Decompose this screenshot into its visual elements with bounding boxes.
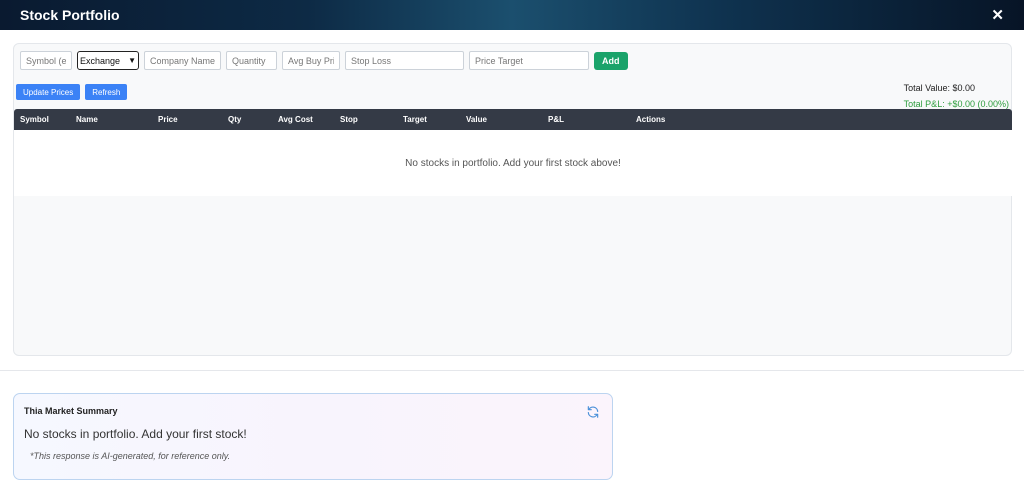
market-summary-card: Thia Market Summary No stocks in portfol… [13,393,613,480]
column-header-name: Name [76,115,98,124]
column-header-qty: Qty [228,115,242,124]
column-header-avg-cost: Avg Cost [278,115,313,124]
page-title: Stock Portfolio [20,7,120,23]
total-value: Total Value: $0.00 [903,83,976,93]
add-stock-form: Exchange ▼ Add [14,44,1011,77]
market-summary-message: No stocks in portfolio. Add your first s… [24,427,247,441]
column-header-actions: Actions [636,115,666,124]
table-header: Symbol Name Price Qty Avg Cost Stop Targ… [14,109,1012,130]
portfolio-panel: Exchange ▼ Add [13,43,1012,356]
avg-buy-price-input[interactable] [282,51,340,70]
update-prices-button[interactable]: Update Prices [16,84,81,100]
column-header-stop: Stop [340,115,358,124]
price-target-input[interactable] [469,51,589,70]
stop-loss-input[interactable] [345,51,464,70]
column-header-value: Value [466,115,487,124]
quantity-input[interactable] [226,51,277,70]
app-header: Stock Portfolio ✕ [0,0,1024,30]
column-header-price: Price [158,115,178,124]
column-header-symbol: Symbol [20,115,49,124]
empty-table-message: No stocks in portfolio. Add your first s… [405,157,621,169]
column-header-pnl: P&L [548,115,564,124]
exchange-select[interactable]: Exchange ▼ [77,51,139,70]
market-summary-title: Thia Market Summary [24,406,118,416]
chevron-down-icon: ▼ [128,56,136,65]
add-button[interactable]: Add [594,51,628,70]
company-name-input[interactable] [144,51,221,70]
toolbar: Update Prices Refresh [16,84,128,100]
section-divider [0,370,1024,371]
refresh-button[interactable]: Refresh [85,84,128,100]
table-body: No stocks in portfolio. Add your first s… [14,130,1012,196]
symbol-input[interactable] [20,51,72,70]
refresh-icon[interactable] [586,405,600,419]
ai-disclaimer: *This response is AI-generated, for refe… [30,451,231,461]
portfolio-totals: Total Value: $0.00 Total P&L: +$0.00 (0.… [904,80,1009,112]
column-header-target: Target [403,115,427,124]
exchange-select-value: Exchange [80,55,121,66]
close-icon[interactable]: ✕ [991,8,1004,23]
